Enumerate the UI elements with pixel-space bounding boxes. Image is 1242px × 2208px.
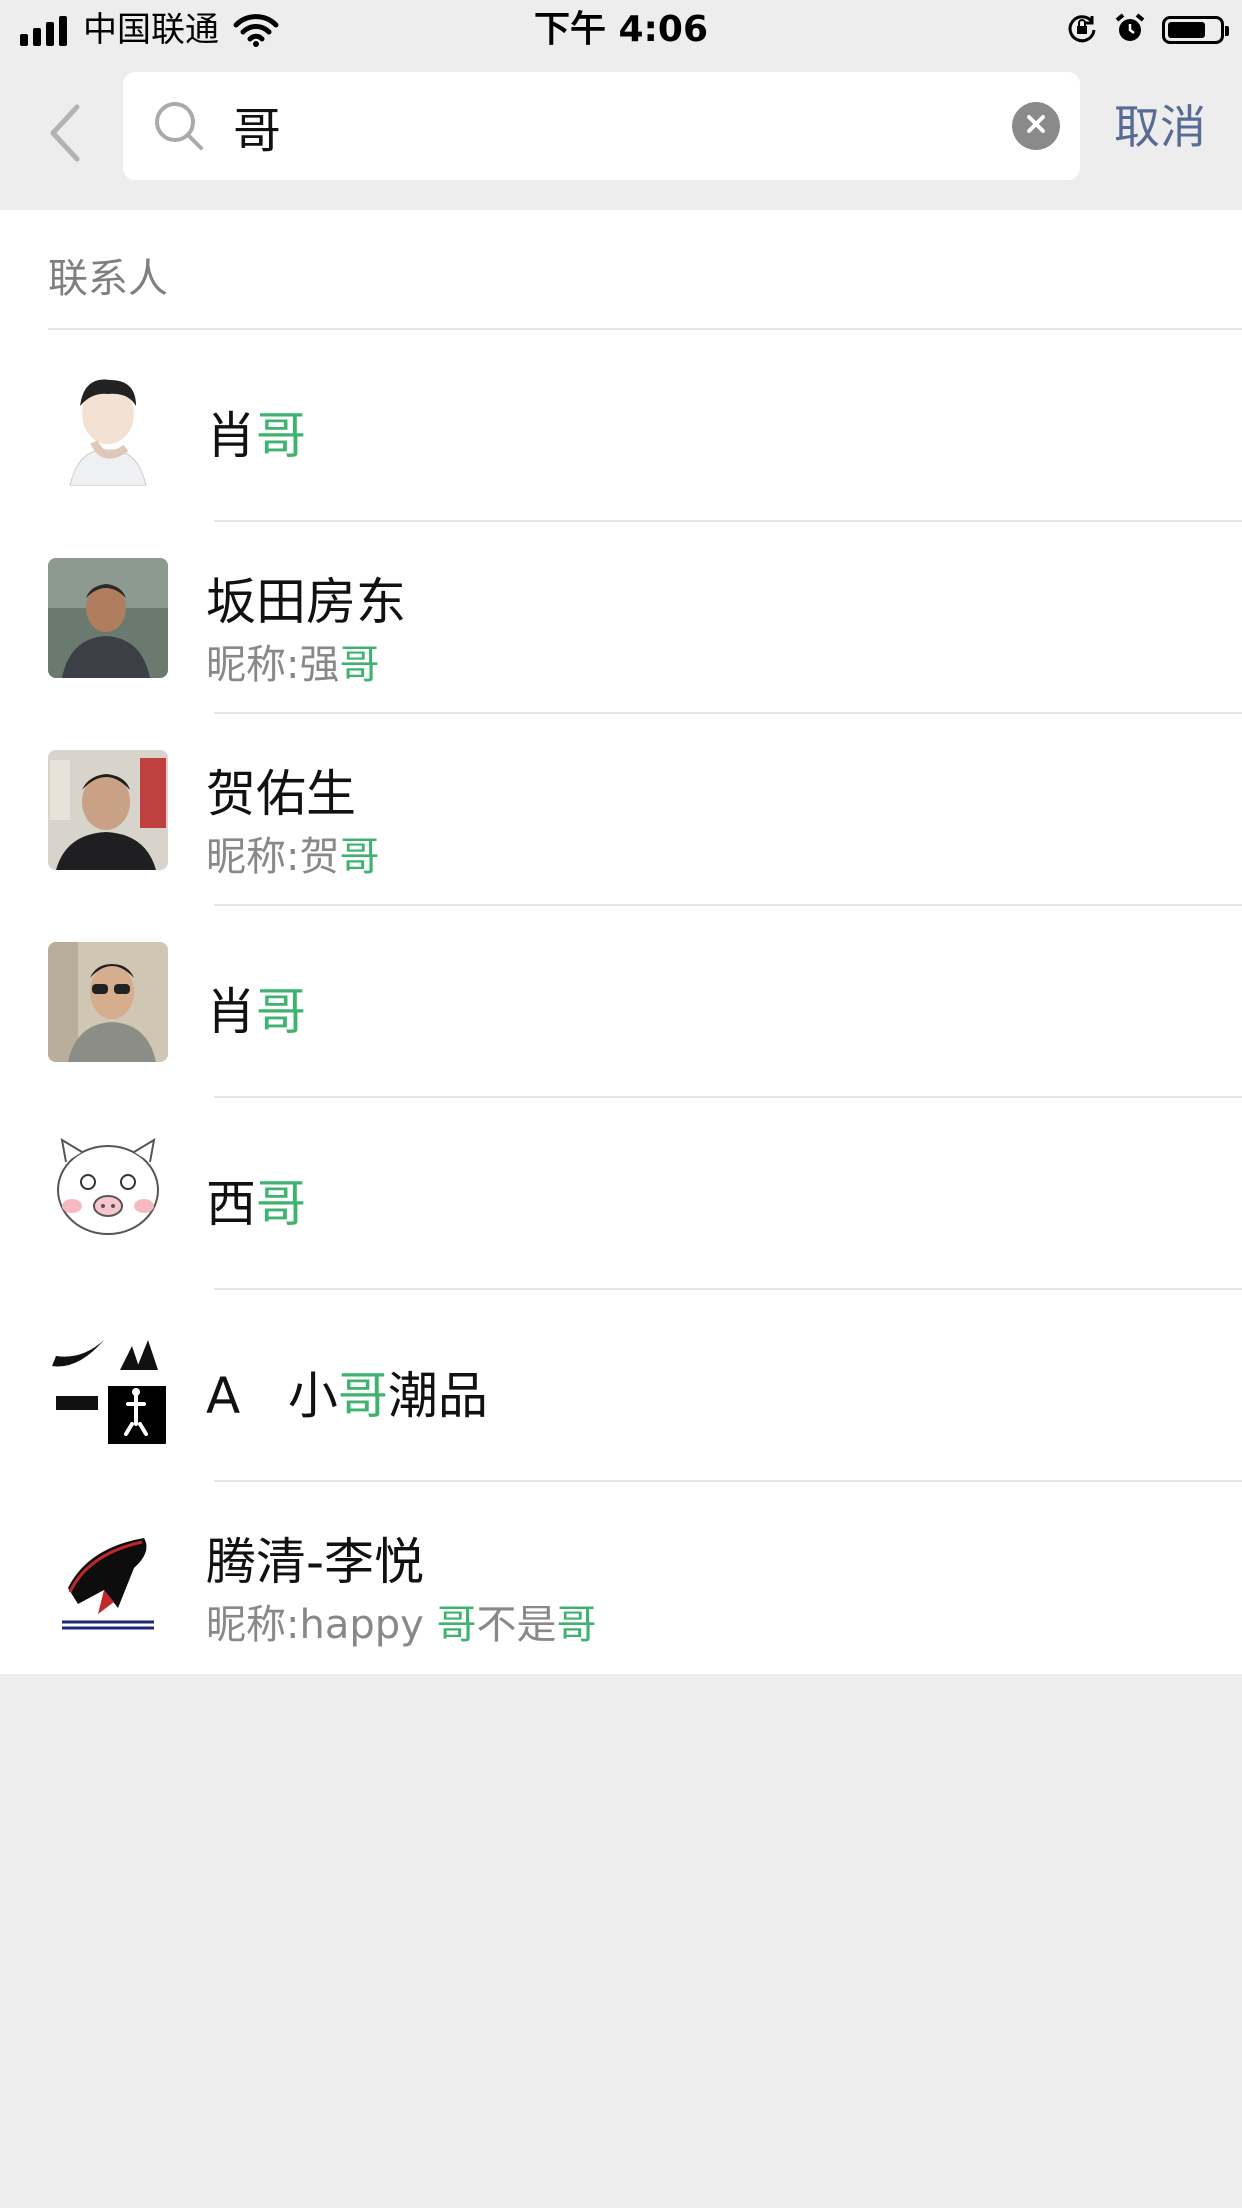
contact-name: 肖哥 [206, 407, 306, 465]
chevron-left-icon [47, 103, 81, 167]
search-header: 取消 [0, 62, 1242, 210]
contact-row[interactable]: 坂田房东 昵称:强哥 [0, 522, 1242, 714]
status-bar: 中国联通 下午 4:06 [0, 0, 1242, 62]
avatar [48, 558, 168, 678]
contact-row[interactable]: 西哥 [0, 1098, 1242, 1290]
avatar [48, 1518, 168, 1638]
search-results: 联系人 肖哥 坂田房东 昵称:强哥 贺佑生 昵称:贺哥 肖哥 西哥 A 小哥潮品… [0, 210, 1242, 1674]
section-header: 联系人 [0, 210, 1242, 330]
back-button[interactable] [40, 100, 88, 170]
battery-icon [1162, 16, 1229, 44]
clear-search-button[interactable] [1012, 102, 1060, 150]
contact-row[interactable]: 肖哥 [0, 906, 1242, 1098]
avatar [48, 1134, 168, 1254]
contact-row[interactable]: 贺佑生 昵称:贺哥 [0, 714, 1242, 906]
avatar [48, 366, 168, 486]
contact-row[interactable]: 腾清-李悦 昵称:happy 哥不是哥 [0, 1482, 1242, 1674]
contact-nickname: 昵称:贺哥 [206, 834, 380, 880]
search-box[interactable] [123, 72, 1080, 180]
contact-name: 腾清-李悦 [206, 1533, 425, 1591]
contact-row[interactable]: 肖哥 [0, 330, 1242, 522]
contact-name: 坂田房东 [206, 573, 406, 631]
search-icon [153, 100, 205, 156]
cancel-button[interactable]: 取消 [1114, 92, 1206, 162]
close-icon [1024, 112, 1048, 140]
contact-nickname: 昵称:强哥 [206, 642, 380, 688]
orientation-lock-icon [1066, 12, 1098, 48]
search-input[interactable] [233, 86, 993, 166]
contact-name: 贺佑生 [206, 765, 356, 823]
contact-row[interactable]: A 小哥潮品 [0, 1290, 1242, 1482]
avatar [48, 1326, 168, 1446]
contact-nickname: 昵称:happy 哥不是哥 [206, 1602, 597, 1648]
contact-name: 西哥 [206, 1175, 306, 1233]
avatar [48, 942, 168, 1062]
status-time: 下午 4:06 [533, 9, 709, 50]
alarm-icon [1114, 12, 1146, 48]
section-title: 联系人 [48, 256, 168, 302]
avatar [48, 750, 168, 870]
contact-name: A 小哥潮品 [206, 1367, 488, 1425]
contact-name: 肖哥 [206, 983, 306, 1041]
